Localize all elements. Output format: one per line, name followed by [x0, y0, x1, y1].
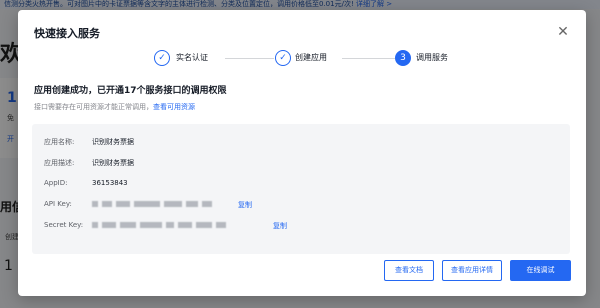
dialog-title: 快速接入服务 [34, 27, 100, 40]
copy-api-key-link[interactable]: 复制 [238, 200, 252, 210]
app-name-value: 识别财务票据 [92, 138, 134, 146]
success-message: 应用创建成功，已开通17个服务接口的调用权限 [34, 86, 227, 96]
step-3-number: 3 [395, 50, 411, 66]
api-key-label: API Key: [44, 200, 72, 208]
resource-tip: 接口需要存在可用资源才能正常调用，查看可用资源 [34, 102, 195, 112]
close-icon[interactable]: ✕ [556, 25, 570, 39]
app-desc-value: 识别财务票据 [92, 159, 134, 167]
step-connector-1 [225, 58, 274, 59]
step-connector-2 [342, 58, 395, 59]
step-2-check-icon: ✓ [275, 50, 291, 66]
api-key-masked-value [92, 200, 216, 208]
online-debug-button[interactable]: 在线调试 [510, 260, 571, 281]
copy-secret-key-link[interactable]: 复制 [273, 221, 287, 231]
secret-key-masked-value [92, 221, 230, 229]
view-docs-button[interactable]: 查看文档 [384, 260, 434, 281]
appid-value: 36153843 [92, 179, 128, 187]
resource-tip-text: 接口需要存在可用资源才能正常调用， [34, 103, 153, 111]
view-resources-link[interactable]: 查看可用资源 [153, 103, 195, 111]
app-desc-label: 应用描述: [44, 159, 75, 167]
view-app-detail-button[interactable]: 查看应用详情 [442, 260, 502, 281]
step-2-label: 创建应用 [295, 53, 327, 62]
appid-label: AppID: [44, 179, 68, 187]
step-3-label: 调用服务 [416, 53, 448, 62]
app-name-label: 应用名称: [44, 138, 75, 146]
secret-key-label: Secret Key: [44, 221, 84, 229]
step-1-label: 实名认证 [176, 53, 208, 62]
quick-access-dialog: 快速接入服务 ✕ ✓ 实名认证 ✓ 创建应用 3 调用服务 应用创建成功，已开通… [18, 10, 586, 296]
app-info-panel: 应用名称: 识别财务票据 应用描述: 识别财务票据 AppID: 3615384… [32, 124, 570, 254]
step-1-check-icon: ✓ [154, 50, 170, 66]
